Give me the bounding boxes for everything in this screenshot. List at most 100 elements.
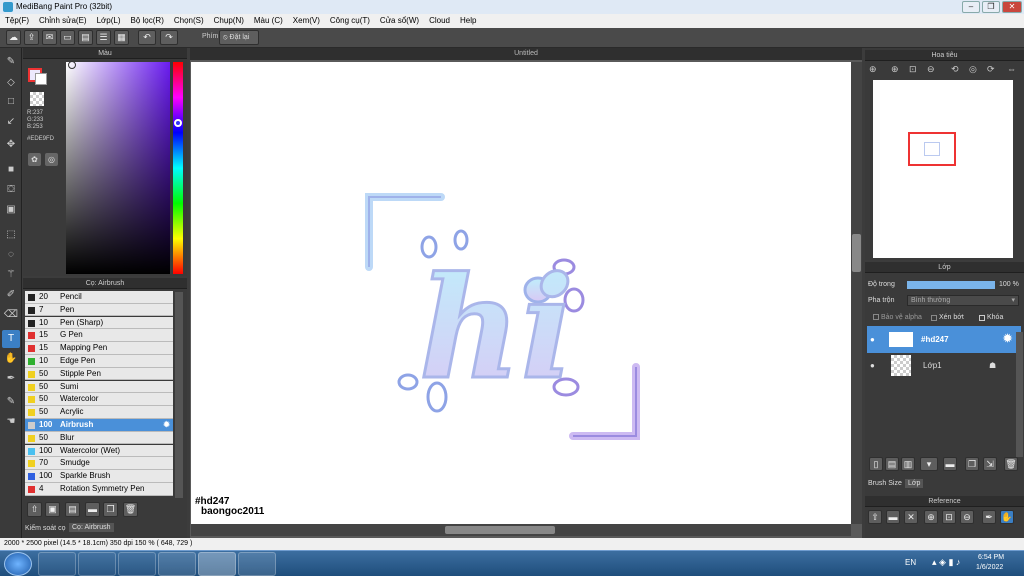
eraser-tool-icon[interactable]: ◇ <box>2 74 20 92</box>
ref-fit-icon[interactable]: ⊡ <box>942 510 956 524</box>
hue-cursor[interactable] <box>174 119 182 127</box>
new-layer-icon[interactable]: ▯ <box>869 457 883 471</box>
lasso-tool-icon[interactable]: ◌ <box>2 246 20 264</box>
brush-menu-icon[interactable]: ▣ <box>45 502 60 517</box>
brush-item[interactable]: 20 Pencil <box>25 291 173 304</box>
list-icon[interactable]: ☰ <box>96 30 111 45</box>
brush-name-tab[interactable]: Cọ: Airbrush <box>69 523 114 532</box>
new-layer-text-icon[interactable]: ▤ <box>885 457 899 471</box>
clock-time[interactable]: 6:54 PM <box>978 554 1004 561</box>
gear-icon[interactable]: ✹ <box>1003 326 1012 353</box>
start-button[interactable] <box>4 552 32 576</box>
delete-brush-icon[interactable]: 🗑 <box>123 502 138 517</box>
medibang-taskbar-icon[interactable] <box>158 552 196 576</box>
blend-mode-select[interactable]: Bình thường ▾ <box>907 295 1019 306</box>
media-player-icon[interactable] <box>118 552 156 576</box>
menu-filter[interactable]: Bộ lọc(R) <box>126 14 169 28</box>
gradient-tool-icon[interactable]: ▣ <box>2 201 20 219</box>
rotate-right-icon[interactable]: ⟳ <box>987 64 995 75</box>
grid-icon[interactable]: ▦ <box>114 30 129 45</box>
merge-layer-icon[interactable]: ⇲ <box>983 457 997 471</box>
brush-settings-icon[interactable]: ✹ <box>163 419 170 431</box>
brush-item[interactable]: 15 Mapping Pen <box>25 342 173 355</box>
brush-list-scrollbar[interactable] <box>175 292 183 498</box>
brush-item[interactable]: 50 Sumi <box>25 380 173 394</box>
layer-row[interactable]: ● #hd247 ✹ <box>867 326 1021 353</box>
brush-item[interactable]: 100 Sparkle Brush <box>25 470 173 483</box>
bucket-tool-icon[interactable]: ⛋ <box>2 181 20 199</box>
brush-item[interactable]: 10 Pen (Sharp) <box>25 316 173 330</box>
ref-zoom-in-icon[interactable]: ⊕ <box>924 510 938 524</box>
select-rect-icon[interactable]: ⬚ <box>2 226 20 244</box>
delete-layer-icon[interactable]: 🗑 <box>1004 457 1018 471</box>
hue-slider[interactable] <box>173 62 183 274</box>
chrome-taskbar-icon[interactable] <box>238 552 276 576</box>
saturation-value-picker[interactable] <box>66 62 170 274</box>
rotate-left-icon[interactable]: ⟲ <box>951 64 959 75</box>
canvas-horizontal-scrollbar[interactable] <box>191 524 851 536</box>
brush-doc-icon[interactable]: ▤ <box>65 502 80 517</box>
menu-view[interactable]: Xem(V) <box>288 14 325 28</box>
brush-tool-icon[interactable]: ✎ <box>2 53 20 71</box>
language-indicator[interactable]: EN <box>905 558 916 567</box>
palette-icon[interactable]: ✿ <box>28 153 41 166</box>
document-icon[interactable]: ▤ <box>78 30 93 45</box>
layer-folder-icon[interactable]: ▬ <box>943 457 957 471</box>
background-color-swatch[interactable] <box>35 73 47 85</box>
layer-list-scrollbar[interactable] <box>1016 332 1023 457</box>
redo-icon[interactable]: ↷ <box>160 30 178 45</box>
explorer-icon[interactable] <box>38 552 76 576</box>
select-pen-icon[interactable]: ↙ <box>2 113 20 131</box>
brush-item[interactable]: 50 Blur <box>25 431 173 445</box>
operation-tool-icon[interactable]: ✋ <box>2 350 20 368</box>
zoom-out-icon[interactable]: ⊖ <box>927 64 935 75</box>
clipping-checkbox[interactable] <box>931 315 937 321</box>
brush-item[interactable]: 4 Rotation Symmetry Pen <box>25 483 173 496</box>
move-tool-icon[interactable]: ✥ <box>2 136 20 154</box>
tray-icons[interactable]: ▴ ◈ ▮ ♪ <box>932 557 960 568</box>
color-history-icon[interactable]: ◎ <box>45 153 58 166</box>
brush-item[interactable]: 10 Edge Pen <box>25 355 173 368</box>
ref-zoom-out-icon[interactable]: ⊖ <box>960 510 974 524</box>
brush-item[interactable]: 100 Airbrush ✹ <box>25 419 173 432</box>
zoom-fit-icon[interactable]: ⊕ <box>891 64 899 75</box>
brush-item[interactable]: 7 Pen <box>25 303 173 317</box>
magic-wand-icon[interactable]: ⚚ <box>2 266 20 284</box>
menu-layer[interactable]: Lớp(L) <box>92 14 126 28</box>
brush-item[interactable]: 100 Watercolor (Wet) <box>25 444 173 458</box>
layer-row[interactable]: ● Lớp1 ☗ <box>867 352 1021 379</box>
select-brush-icon[interactable]: ✐ <box>2 286 20 304</box>
brush-item[interactable]: 70 Smudge <box>25 457 173 470</box>
comment-icon[interactable]: ✉ <box>42 30 57 45</box>
hand-tool-icon[interactable]: ☚ <box>2 413 20 431</box>
minimize-button[interactable]: – <box>962 1 980 13</box>
brush-item[interactable]: 50 Acrylic <box>25 406 173 419</box>
reset-button[interactable]: ⦸ Đặt lại <box>219 30 259 45</box>
new-layer-doc-icon[interactable]: ▥ <box>901 457 915 471</box>
brush-item[interactable]: 50 Watercolor <box>25 393 173 406</box>
upload-icon[interactable]: ⇪ <box>24 30 39 45</box>
menu-file[interactable]: Tệp(F) <box>0 14 34 28</box>
flip-icon[interactable]: ⇔ <box>1007 64 1016 74</box>
menu-window[interactable]: Cửa sổ(W) <box>375 14 424 28</box>
browser-icon[interactable] <box>78 552 116 576</box>
navigator-preview[interactable] <box>873 80 1013 258</box>
add-layer-menu-icon[interactable]: ▾ <box>920 457 938 471</box>
zoom-in-icon[interactable]: ⊕ <box>869 64 877 75</box>
lock-checkbox[interactable] <box>979 315 985 321</box>
ref-close-icon[interactable]: ✕ <box>904 510 918 524</box>
menu-snap[interactable]: Chụp(N) <box>209 14 249 28</box>
brush-item[interactable]: 15 G Pen <box>25 329 173 342</box>
transparent-swatch[interactable] <box>30 92 44 106</box>
layer-tab[interactable]: Lớp <box>905 479 924 488</box>
maximize-button[interactable]: ❐ <box>982 1 1000 13</box>
menu-color[interactable]: Màu (C) <box>249 14 288 28</box>
canvas-vertical-scrollbar[interactable] <box>851 62 862 524</box>
folder-icon[interactable]: ▬ <box>85 502 100 517</box>
menu-help[interactable]: Help <box>455 14 481 28</box>
rectangle-tool-icon[interactable]: □ <box>2 93 20 111</box>
menu-select[interactable]: Chọn(S) <box>169 14 209 28</box>
opacity-slider[interactable] <box>907 281 995 289</box>
brush-control-tab[interactable]: Kiểm soát cọ <box>25 525 65 532</box>
menu-tools[interactable]: Công cụ(T) <box>325 14 375 28</box>
